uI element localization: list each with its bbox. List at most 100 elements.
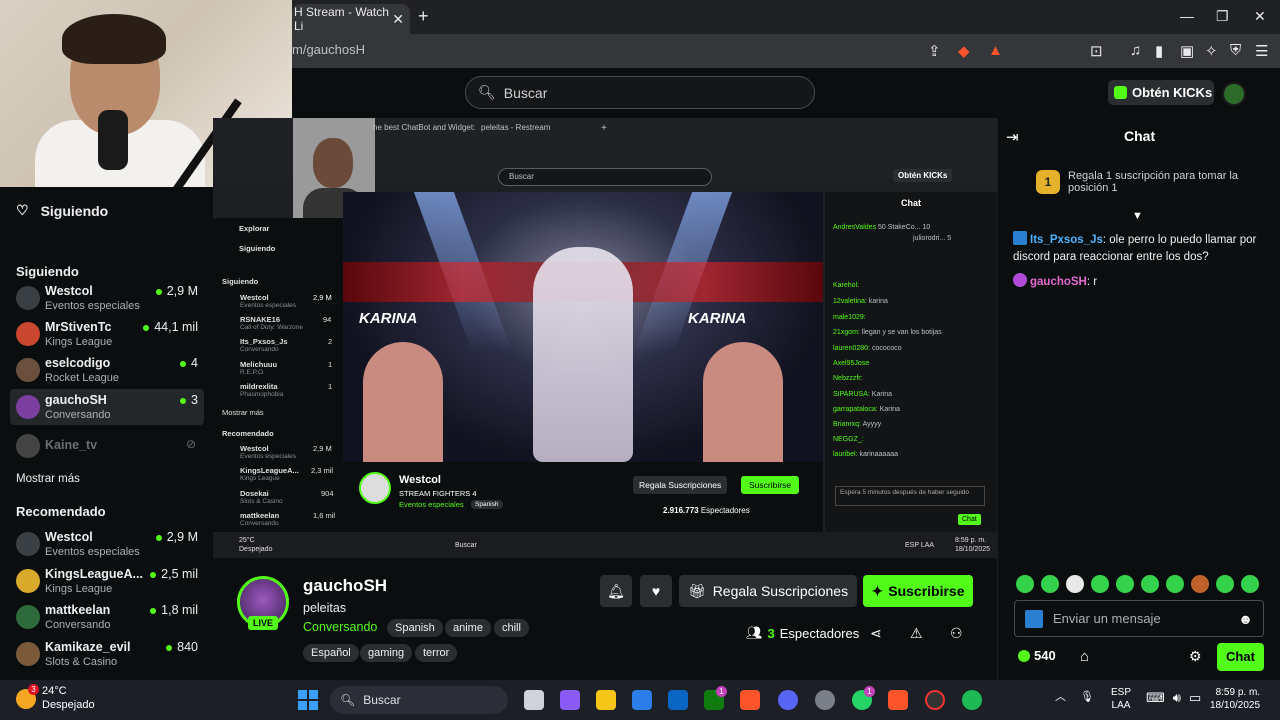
collapse-chat-icon[interactable]: ⇥ [1006, 128, 1019, 146]
pinned-toggle-icon[interactable]: ▼ [1132, 210, 1143, 222]
bell-icon: 🔔︎ [607, 582, 625, 599]
settings-icon[interactable] [815, 690, 835, 710]
sidebar-item-eselcodigo[interactable]: eselcodigo Rocket League 4 [10, 352, 204, 388]
chat-send-button[interactable]: Chat [1217, 643, 1264, 671]
emote-quick-bar [1016, 575, 1266, 593]
brave-shield-icon[interactable]: ◆ [958, 42, 970, 60]
battery-icon: ▭ [1188, 690, 1202, 705]
outlook-icon[interactable] [668, 690, 688, 710]
sidebar-item-kamikaze-evil[interactable]: Kamikaze_evil Slots & Casino 840 [10, 636, 204, 672]
tag-terror[interactable]: terror [415, 644, 458, 662]
inner-tab: peleitas - Restream [481, 123, 551, 132]
report-icon[interactable]: ⚠ [910, 625, 923, 642]
show-more-link[interactable]: Mostrar más [16, 473, 80, 485]
browser-tab[interactable]: H Stream - Watch Li ✕ [292, 4, 410, 34]
leaderboard-badge-icon: 1 [1036, 170, 1060, 194]
user-avatar[interactable] [1222, 82, 1246, 106]
inner-stream-video: KARINA KARINA [343, 192, 823, 462]
gear-icon[interactable]: ⚙ [1189, 648, 1202, 665]
leo-icon[interactable]: ✧ [1205, 42, 1218, 60]
emote-icon[interactable] [1216, 575, 1234, 593]
windows-start-icon[interactable] [298, 690, 318, 710]
store-app-icon[interactable] [632, 690, 652, 710]
search-input[interactable]: 🔍︎ Buscar [465, 76, 815, 109]
task-view-icon[interactable] [524, 690, 544, 710]
emote-icon[interactable] [1166, 575, 1184, 593]
emote-icon[interactable] [1016, 575, 1034, 593]
sidebar-item-mrstiventc[interactable]: MrStivenTc Kings League 44,1 mil [10, 316, 204, 352]
store-icon[interactable]: ⌂ [1080, 648, 1089, 665]
stream-category[interactable]: Conversando [303, 620, 377, 634]
taskbar-search-label: Buscar [363, 693, 401, 707]
live-badge: LIVE [248, 616, 278, 630]
user-badge-icon [1025, 609, 1043, 628]
tag-spanish[interactable]: Spanish [387, 619, 443, 637]
tag-espanol[interactable]: Español [303, 644, 359, 662]
emoji-icon[interactable]: ☻ [1238, 611, 1253, 627]
channel-points[interactable]: 540 [1018, 648, 1056, 663]
tray-icons[interactable]: ⌨ 🔊︎ ▭ [1146, 690, 1201, 706]
discord-icon[interactable] [778, 690, 798, 710]
tag-chill[interactable]: chill [494, 619, 529, 637]
emote-icon[interactable] [1066, 575, 1084, 593]
get-kicks-button[interactable]: Obtén KICKs [1108, 80, 1214, 105]
subscribe-label: Suscribirse [888, 583, 965, 599]
microphone-tray-icon[interactable]: 🎙︎ [1080, 690, 1094, 703]
emote-icon[interactable] [1091, 575, 1109, 593]
notification-bell-button[interactable]: 🔔︎ [600, 575, 632, 607]
brave-rewards-icon[interactable]: ▲ [988, 42, 1003, 59]
emote-icon[interactable] [1191, 575, 1209, 593]
avatar [16, 642, 40, 666]
add-user-icon[interactable]: ⚇ [950, 625, 963, 642]
sidebar-item-kaine-tv[interactable]: Kaine_tv ⊘ [10, 428, 204, 464]
emote-icon[interactable] [1241, 575, 1259, 593]
viewer-count-label: Espectadores [779, 625, 860, 641]
taskbar-search[interactable]: 🔍︎ Buscar [330, 686, 508, 714]
chat-message-input[interactable]: Enviar un mensaje ☻ [1014, 600, 1264, 637]
tag-anime[interactable]: anime [445, 619, 491, 637]
minimize-icon[interactable]: — [1180, 8, 1194, 24]
streamer-name[interactable]: gauchoSH [303, 576, 387, 596]
share-icon[interactable]: ⋖ [870, 625, 882, 642]
emote-icon[interactable] [1116, 575, 1134, 593]
emote-icon[interactable] [1041, 575, 1059, 593]
emote-icon[interactable] [1141, 575, 1159, 593]
tag-gaming[interactable]: gaming [360, 644, 413, 662]
spotify-icon[interactable] [962, 690, 982, 710]
close-icon[interactable]: ✕ [392, 11, 404, 28]
language-indicator[interactable]: ESP LAA [1111, 686, 1131, 712]
new-tab-button[interactable]: + [418, 6, 429, 27]
chevron-up-icon[interactable]: ︿ [1055, 688, 1066, 704]
viewer-count: 👥︎ 3 Espectadores [746, 625, 859, 641]
gift-sub-promo[interactable]: 1 Regala 1 suscripción para tomar la pos… [1036, 170, 1266, 194]
taskbar-clock[interactable]: 8:59 p. m. 18/10/2025 [1210, 686, 1260, 712]
sidebar-icon[interactable]: ▮ [1155, 42, 1163, 60]
video-player[interactable]: he best ChatBot and Widget: peleitas - R… [213, 118, 997, 558]
following-nav[interactable]: ♡ Siguiendo [16, 202, 108, 219]
sidebar-item-gauchosh[interactable]: gauchoSH Conversando 3 [10, 389, 204, 425]
copilot-icon[interactable] [560, 690, 580, 710]
music-icon[interactable]: ♫ [1130, 42, 1141, 59]
chat-username[interactable]: Its_Pxsos_Js [1030, 234, 1103, 246]
screenshot-icon[interactable]: ⊡ [1090, 42, 1103, 60]
sidebar-item-mattkeelan[interactable]: mattkeelan Conversando 1,8 mil [10, 599, 204, 635]
close-window-icon[interactable]: ✕ [1254, 8, 1266, 25]
url-field[interactable]: m/gauchosH [292, 42, 365, 57]
gift-subs-button[interactable]: 🎁︎ Regala Suscripciones [679, 575, 857, 607]
menu-icon[interactable]: ☰ [1255, 42, 1268, 60]
chat-username[interactable]: gauchoSH [1030, 276, 1087, 288]
brave-icon[interactable] [740, 690, 760, 710]
file-explorer-icon[interactable] [596, 690, 616, 710]
sidebar-item-westcol-rec[interactable]: Westcol Eventos especiales 2,9 M [10, 526, 204, 562]
share-icon[interactable]: ⇪ [928, 42, 941, 60]
maximize-icon[interactable]: ❐ [1216, 8, 1229, 25]
obs-icon[interactable] [925, 690, 945, 710]
gift-sub-promo-text: Regala 1 suscripción para tomar la posic… [1068, 170, 1238, 195]
wallet-icon[interactable]: ▣ [1180, 42, 1194, 60]
sidebar-item-westcol[interactable]: Westcol Eventos especiales 2,9 M [10, 280, 204, 316]
sidebar-item-kingsleague[interactable]: KingsLeagueA... Kings League 2,5 mil [10, 563, 204, 599]
brave-active-icon[interactable] [888, 690, 908, 710]
follow-button[interactable]: ♥ [640, 575, 672, 607]
vpn-icon[interactable]: ⛨ [1230, 42, 1241, 59]
subscribe-button[interactable]: ✦ Suscribirse [863, 575, 973, 607]
